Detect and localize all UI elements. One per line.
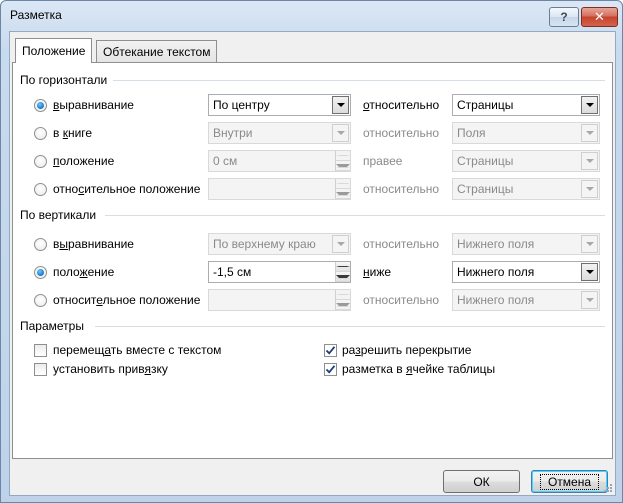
spinner-icon[interactable]	[335, 290, 350, 310]
checkbox-allow-overlap-label: разрешить перекрытие	[342, 343, 472, 357]
v-alignment-relative-value: Нижнего поля	[457, 237, 535, 251]
chevron-down-icon[interactable]	[332, 124, 349, 142]
h-absolute-position-value: 0 см	[213, 154, 238, 168]
v-alignment-relative-label: относительно	[363, 237, 440, 251]
h-alignment-dropdown[interactable]: По центру	[208, 94, 351, 116]
radio-h-relative-position-label: относительное положение	[53, 182, 201, 196]
book-layout-relative-value: Поля	[457, 126, 486, 140]
checkbox-move-with-text-label: перемещать вместе с текстом	[53, 343, 222, 357]
checkbox-layout-in-table-cell-label: разметка в ячейке таблицы	[342, 362, 496, 376]
vertical-group-label: По вертикали	[20, 208, 101, 222]
v-relative-position-relative-label: относительно	[363, 293, 440, 307]
spinner-icon[interactable]	[335, 151, 350, 171]
book-layout-value: Внутри	[213, 126, 253, 140]
chevron-down-icon[interactable]	[581, 180, 598, 198]
v-alignment-dropdown[interactable]: По верхнему краю	[208, 233, 351, 255]
cancel-button[interactable]: Отмена	[531, 470, 608, 493]
v-absolute-position-value: -1,5 см	[213, 265, 252, 279]
horizontal-group-label: По горизонтали	[20, 73, 112, 87]
radio-book-layout[interactable]	[34, 127, 47, 140]
h-relative-position-relative-dropdown[interactable]: Страницы	[452, 178, 600, 200]
resize-grip-icon[interactable]	[601, 481, 613, 493]
v-alignment-relative-dropdown[interactable]: Нижнего поля	[452, 233, 600, 255]
checkbox-allow-overlap[interactable]	[324, 344, 337, 357]
tab-text-wrapping-label: Обтекание текстом	[103, 44, 211, 59]
params-group-divider	[95, 326, 605, 327]
chevron-down-icon[interactable]	[581, 96, 598, 114]
h-alignment-relative-label: относительно	[363, 98, 440, 112]
v-absolute-position-input[interactable]: -1,5 см	[208, 261, 351, 283]
h-relative-position-relative-value: Страницы	[457, 182, 514, 196]
book-layout-dropdown[interactable]: Внутри	[208, 122, 351, 144]
radio-v-relative-position-label: относительное положение	[53, 293, 201, 307]
horizontal-group-divider	[113, 80, 605, 81]
v-absolute-position-relative-dropdown[interactable]: Нижнего поля	[452, 261, 600, 283]
v-relative-position-input[interactable]	[208, 289, 351, 311]
tab-position-label: Положение	[22, 44, 86, 58]
chevron-down-icon[interactable]	[581, 263, 598, 281]
dialog-title: Разметка	[10, 8, 62, 22]
radio-book-layout-label: в книге	[53, 126, 93, 140]
radio-v-alignment-label: выравнивание	[53, 237, 134, 251]
h-absolute-position-relative-value: Страницы	[457, 154, 514, 168]
checkmark-icon	[325, 346, 336, 355]
close-button[interactable]: ✕	[581, 7, 618, 27]
radio-v-relative-position[interactable]	[34, 294, 47, 307]
help-icon: ?	[560, 10, 568, 24]
radio-h-relative-position[interactable]	[34, 183, 47, 196]
chevron-down-icon[interactable]	[581, 124, 598, 142]
chevron-down-icon[interactable]	[581, 235, 598, 253]
close-icon: ✕	[594, 9, 605, 24]
checkbox-layout-in-table-cell[interactable]	[324, 363, 337, 376]
spinner-icon[interactable]	[335, 179, 350, 199]
tab-text-wrapping[interactable]: Обтекание текстом	[96, 40, 218, 62]
chevron-down-icon[interactable]	[332, 235, 349, 253]
h-relative-position-relative-label: относительно	[363, 182, 440, 196]
book-layout-relative-label: относительно	[363, 126, 440, 140]
h-alignment-relative-value: Страницы	[457, 98, 514, 112]
checkmark-icon	[325, 365, 336, 374]
v-relative-position-relative-value: Нижнего поля	[457, 293, 535, 307]
h-relative-position-input[interactable]	[208, 178, 351, 200]
radio-h-absolute-position[interactable]	[34, 155, 47, 168]
radio-v-absolute-position-label: положение	[53, 265, 115, 279]
h-alignment-relative-dropdown[interactable]: Страницы	[452, 94, 600, 116]
checkbox-lock-anchor-label: установить привязку	[53, 362, 168, 376]
tab-position[interactable]: Положение	[15, 38, 93, 63]
dialog-client-area: Положение Обтекание текстом По горизонта…	[9, 31, 616, 496]
title-bar[interactable]: Разметка ? ✕	[1, 1, 622, 31]
v-absolute-position-relative-value: Нижнего поля	[457, 265, 535, 279]
radio-h-alignment[interactable]	[34, 99, 47, 112]
book-layout-relative-dropdown[interactable]: Поля	[452, 122, 600, 144]
radio-h-absolute-position-label: положение	[53, 154, 115, 168]
v-absolute-position-relative-label: ниже	[363, 265, 392, 279]
h-absolute-position-input[interactable]: 0 см	[208, 150, 351, 172]
radio-v-alignment[interactable]	[34, 238, 47, 251]
vertical-group-divider	[105, 215, 605, 216]
v-relative-position-relative-dropdown[interactable]: Нижнего поля	[452, 289, 600, 311]
chevron-down-icon[interactable]	[581, 152, 598, 170]
checkbox-move-with-text[interactable]	[34, 344, 47, 357]
h-absolute-position-relative-dropdown[interactable]: Страницы	[452, 150, 600, 172]
position-tab-panel: По горизонтали выравнивание По центру от…	[12, 62, 613, 459]
v-alignment-value: По верхнему краю	[213, 237, 316, 251]
ok-button-label: ОК	[473, 474, 490, 489]
help-button[interactable]: ?	[549, 7, 579, 27]
h-absolute-position-relative-label: правее	[363, 154, 403, 168]
ok-button[interactable]: ОК	[443, 470, 520, 493]
checkbox-lock-anchor[interactable]	[34, 363, 47, 376]
chevron-down-icon[interactable]	[581, 291, 598, 309]
chevron-down-icon[interactable]	[332, 96, 349, 114]
radio-v-absolute-position[interactable]	[34, 266, 47, 279]
params-group-label: Параметры	[20, 319, 88, 333]
radio-h-alignment-label: выравнивание	[53, 98, 134, 112]
spinner-icon[interactable]	[335, 262, 350, 282]
dialog-window: Разметка ? ✕ Положение Обтекание текстом…	[0, 0, 623, 503]
h-alignment-value: По центру	[213, 98, 270, 112]
cancel-button-label: Отмена	[539, 473, 600, 490]
